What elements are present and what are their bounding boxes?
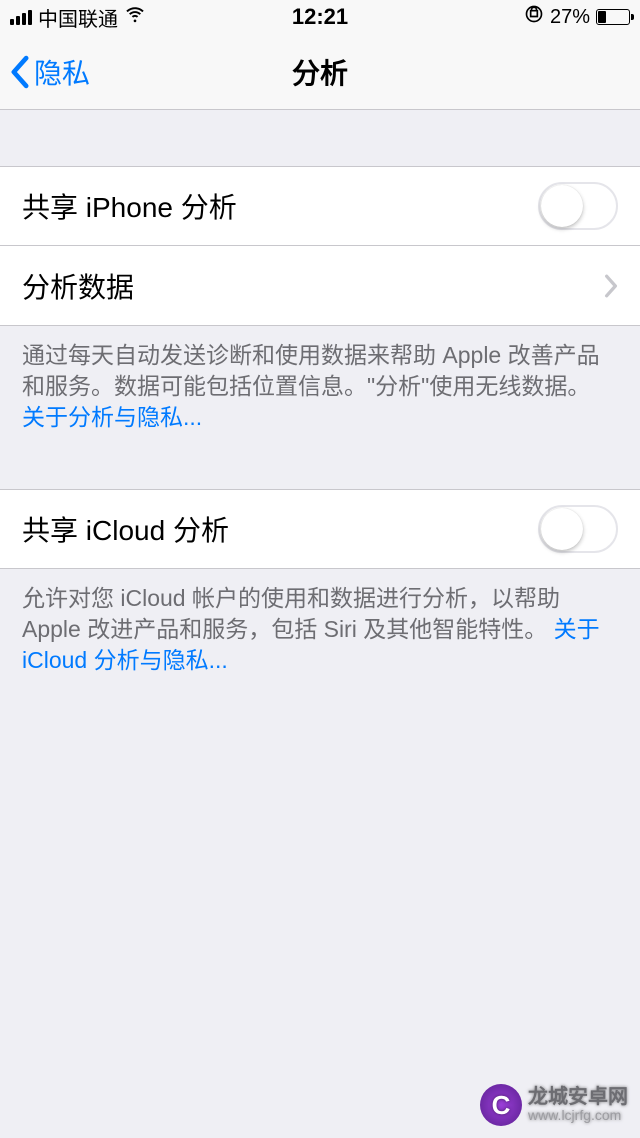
share-icloud-analytics-cell[interactable]: 共享 iCloud 分析 bbox=[0, 489, 640, 569]
status-left: 中国联通 bbox=[10, 3, 146, 32]
page-title: 分析 bbox=[292, 52, 348, 92]
footer-description: 允许对您 iCloud 帐户的使用和数据进行分析，以帮助 Apple 改进产品和… bbox=[22, 585, 560, 642]
watermark: C 龙城安卓网 www.lcjrfg.com bbox=[480, 1084, 628, 1126]
section1-footer: 通过每天自动发送诊断和使用数据来帮助 Apple 改善产品和服务。数据可能包括位… bbox=[0, 326, 640, 447]
cell-label: 共享 iCloud 分析 bbox=[22, 509, 229, 549]
battery-percent: 27% bbox=[550, 6, 590, 29]
carrier-label: 中国联通 bbox=[38, 3, 118, 32]
cell-label: 分析数据 bbox=[22, 266, 134, 306]
wifi-icon bbox=[124, 3, 146, 31]
battery-icon bbox=[596, 9, 630, 25]
about-analytics-privacy-link[interactable]: 关于分析与隐私... bbox=[22, 404, 202, 430]
orientation-lock-icon bbox=[524, 4, 544, 30]
analytics-data-cell[interactable]: 分析数据 bbox=[0, 246, 640, 326]
nav-bar: 隐私 分析 bbox=[0, 34, 640, 110]
back-label: 隐私 bbox=[34, 52, 90, 92]
share-iphone-toggle[interactable] bbox=[538, 182, 618, 230]
status-right: 27% bbox=[524, 4, 630, 30]
back-button[interactable]: 隐私 bbox=[10, 52, 90, 92]
cell-label: 共享 iPhone 分析 bbox=[22, 186, 237, 226]
footer-description: 通过每天自动发送诊断和使用数据来帮助 Apple 改善产品和服务。数据可能包括位… bbox=[22, 342, 600, 399]
watermark-url: www.lcjrfg.com bbox=[528, 1108, 628, 1123]
status-time: 12:21 bbox=[292, 4, 348, 30]
share-icloud-toggle[interactable] bbox=[538, 505, 618, 553]
chevron-right-icon bbox=[604, 274, 618, 298]
watermark-logo-icon: C bbox=[480, 1084, 522, 1126]
share-iphone-analytics-cell[interactable]: 共享 iPhone 分析 bbox=[0, 166, 640, 246]
signal-icon bbox=[10, 10, 32, 25]
status-bar: 中国联通 12:21 27% bbox=[0, 0, 640, 34]
section2-footer: 允许对您 iCloud 帐户的使用和数据进行分析，以帮助 Apple 改进产品和… bbox=[0, 569, 640, 690]
chevron-left-icon bbox=[10, 55, 30, 89]
watermark-title: 龙城安卓网 bbox=[528, 1086, 628, 1108]
